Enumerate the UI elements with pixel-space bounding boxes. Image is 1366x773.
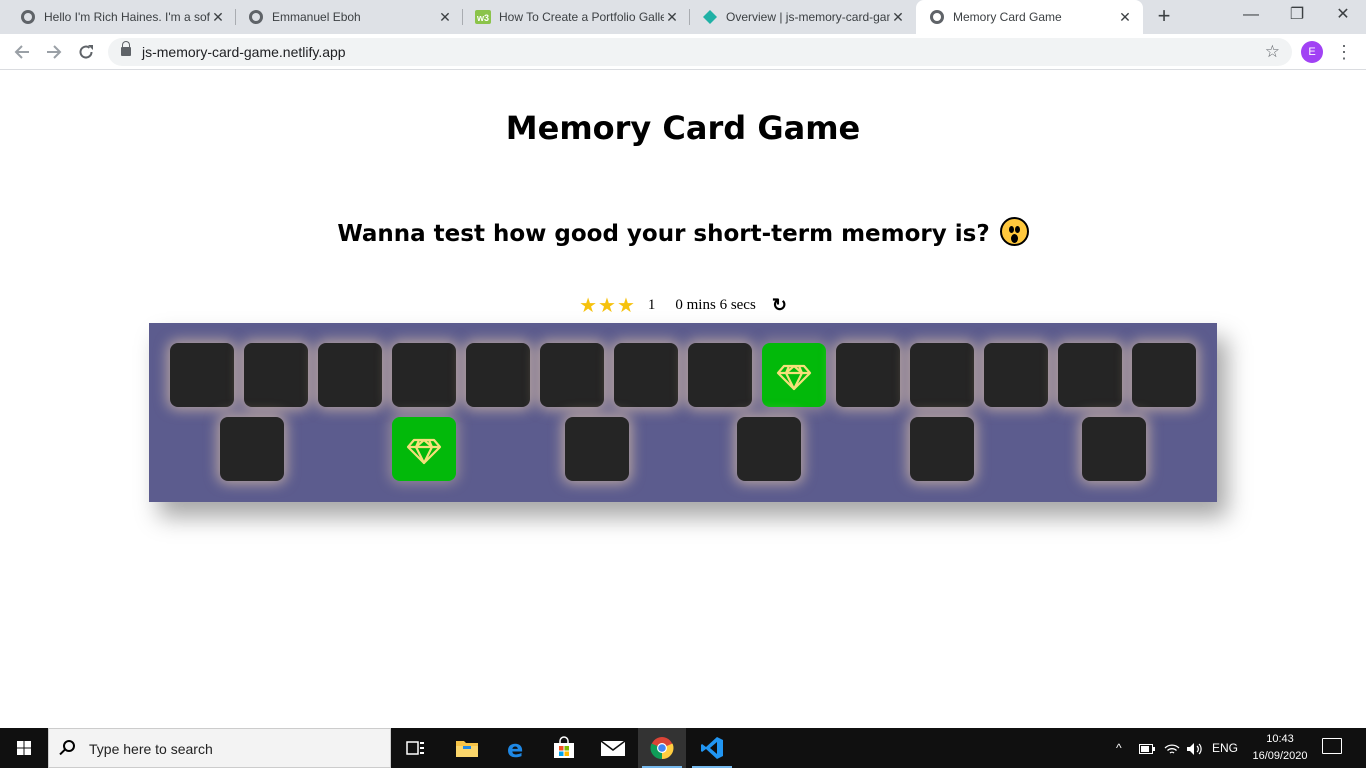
forward-button[interactable] bbox=[40, 38, 68, 66]
card-facedown[interactable] bbox=[737, 417, 801, 481]
subtitle-text: Wanna test how good your short-term memo… bbox=[337, 221, 990, 247]
page-subtitle: Wanna test how good your short-term memo… bbox=[0, 217, 1366, 247]
tab-portfolio-gallery[interactable]: w3 How To Create a Portfolio Gallery ✕ bbox=[463, 0, 690, 34]
svg-text:e: e bbox=[507, 736, 523, 760]
close-tab-icon[interactable]: ✕ bbox=[890, 9, 906, 25]
card-facedown[interactable] bbox=[836, 343, 900, 407]
url-text: js-memory-card-game.netlify.app bbox=[142, 44, 346, 60]
close-window-button[interactable]: ✕ bbox=[1320, 0, 1366, 34]
card-facedown[interactable] bbox=[565, 417, 629, 481]
tab-title: Overview | js-memory-card-game bbox=[726, 10, 890, 24]
globe-icon bbox=[929, 9, 945, 25]
system-clock[interactable]: 10:43 16/09/2020 bbox=[1240, 731, 1320, 765]
card-facedown[interactable] bbox=[614, 343, 678, 407]
tab-rich-haines[interactable]: Hello I'm Rich Haines. I'm a software ✕ bbox=[0, 0, 236, 34]
task-view-icon[interactable] bbox=[392, 728, 440, 768]
tab-title: Hello I'm Rich Haines. I'm a software bbox=[44, 10, 210, 24]
store-icon[interactable] bbox=[540, 728, 588, 768]
vscode-icon[interactable] bbox=[688, 728, 736, 768]
card-facedown[interactable] bbox=[540, 343, 604, 407]
globe-icon bbox=[248, 9, 264, 25]
score-panel: ★★★ 1 0 mins 6 secs ↻ bbox=[0, 293, 1366, 318]
browser-toolbar: js-memory-card-game.netlify.app ☆ E ⋮ bbox=[0, 34, 1366, 70]
tab-strip: Hello I'm Rich Haines. I'm a software ✕ … bbox=[0, 0, 1366, 34]
wifi-icon[interactable] bbox=[1164, 728, 1180, 768]
battery-icon[interactable] bbox=[1139, 728, 1155, 768]
card-facedown[interactable] bbox=[170, 343, 234, 407]
card-facedown[interactable] bbox=[688, 343, 752, 407]
card-facedown[interactable] bbox=[220, 417, 284, 481]
new-tab-button[interactable]: + bbox=[1150, 4, 1178, 30]
card-facedown[interactable] bbox=[392, 343, 456, 407]
search-placeholder: Type here to search bbox=[89, 741, 213, 757]
card-facedown[interactable] bbox=[1082, 417, 1146, 481]
card-facedown[interactable] bbox=[318, 343, 382, 407]
diamond-icon bbox=[406, 438, 442, 465]
windows-taskbar: Type here to search e ^ ENG 10:43 16/09/… bbox=[0, 728, 1366, 768]
netlify-icon bbox=[702, 9, 718, 25]
maximize-button[interactable]: ❐ bbox=[1274, 0, 1320, 34]
move-counter: 1 bbox=[647, 297, 656, 313]
card-matched[interactable] bbox=[762, 343, 826, 407]
card-facedown[interactable] bbox=[1132, 343, 1196, 407]
taskbar-search-box[interactable]: Type here to search bbox=[48, 728, 391, 768]
page-content: Memory Card Game Wanna test how good you… bbox=[0, 71, 1366, 728]
close-tab-icon[interactable]: ✕ bbox=[1117, 9, 1133, 25]
show-hidden-icons[interactable]: ^ bbox=[1116, 728, 1122, 768]
tab-emmanuel-eboh[interactable]: Emmanuel Eboh ✕ bbox=[236, 0, 463, 34]
restart-icon[interactable]: ↻ bbox=[772, 295, 787, 316]
profile-avatar[interactable]: E bbox=[1301, 41, 1323, 63]
card-facedown[interactable] bbox=[1058, 343, 1122, 407]
w3schools-icon: w3 bbox=[475, 9, 491, 25]
notification-icon[interactable] bbox=[1322, 738, 1342, 754]
clock-date: 16/09/2020 bbox=[1252, 750, 1308, 762]
minimize-button[interactable]: — bbox=[1228, 0, 1274, 34]
tab-title: Memory Card Game bbox=[953, 10, 1062, 24]
mail-icon[interactable] bbox=[589, 728, 637, 768]
hushed-face-emoji bbox=[999, 217, 1029, 246]
back-button[interactable] bbox=[8, 38, 36, 66]
close-tab-icon[interactable]: ✕ bbox=[210, 9, 226, 25]
tab-memory-card-game[interactable]: Memory Card Game ✕ bbox=[916, 0, 1143, 34]
globe-icon bbox=[20, 9, 36, 25]
volume-icon[interactable] bbox=[1186, 728, 1204, 768]
close-tab-icon[interactable]: ✕ bbox=[437, 9, 453, 25]
card-facedown[interactable] bbox=[244, 343, 308, 407]
clock-time: 10:43 bbox=[1266, 733, 1294, 745]
close-tab-icon[interactable]: ✕ bbox=[664, 9, 680, 25]
bookmark-star-icon[interactable]: ☆ bbox=[1265, 38, 1280, 66]
card-facedown[interactable] bbox=[910, 343, 974, 407]
file-explorer-icon[interactable] bbox=[443, 728, 491, 768]
windows-start-button[interactable] bbox=[0, 728, 48, 768]
card-deck bbox=[149, 323, 1217, 502]
diamond-icon bbox=[776, 364, 812, 391]
reload-button[interactable] bbox=[72, 38, 100, 66]
edge-icon[interactable]: e bbox=[492, 728, 540, 768]
lock-icon bbox=[121, 41, 131, 56]
chrome-icon[interactable] bbox=[638, 728, 686, 768]
address-bar[interactable]: js-memory-card-game.netlify.app ☆ bbox=[108, 38, 1292, 66]
search-icon bbox=[63, 740, 75, 752]
timer: 0 mins 6 secs bbox=[675, 297, 756, 313]
tab-title: Emmanuel Eboh bbox=[272, 10, 361, 24]
browser-menu-icon[interactable]: ⋮ bbox=[1334, 38, 1354, 66]
card-facedown[interactable] bbox=[910, 417, 974, 481]
star-rating: ★★★ bbox=[579, 295, 636, 317]
svg-text:w3: w3 bbox=[476, 13, 489, 23]
card-facedown[interactable] bbox=[466, 343, 530, 407]
card-facedown[interactable] bbox=[984, 343, 1048, 407]
language-indicator[interactable]: ENG bbox=[1212, 728, 1238, 768]
tab-netlify-overview[interactable]: Overview | js-memory-card-game ✕ bbox=[690, 0, 916, 34]
tab-title: How To Create a Portfolio Gallery bbox=[499, 10, 664, 24]
card-matched[interactable] bbox=[392, 417, 456, 481]
page-title: Memory Card Game bbox=[505, 109, 861, 147]
